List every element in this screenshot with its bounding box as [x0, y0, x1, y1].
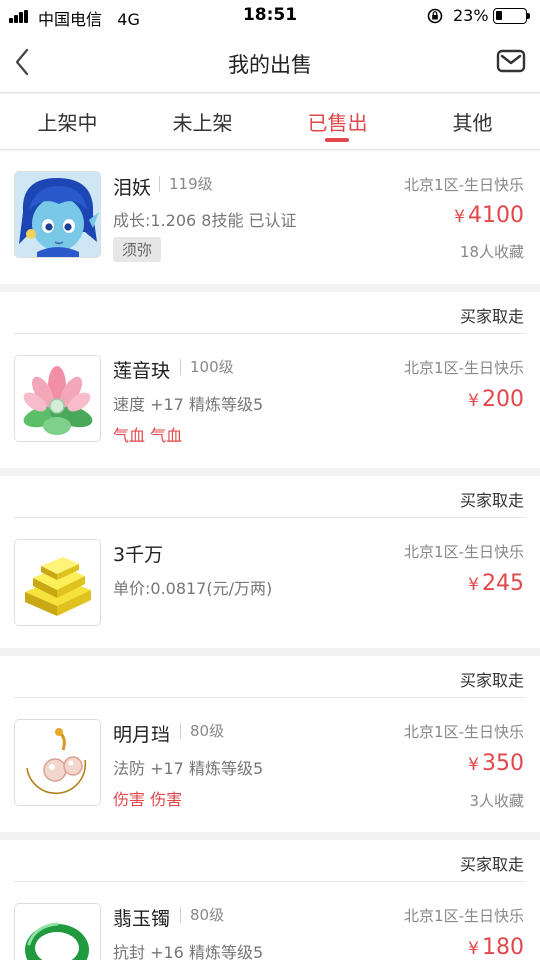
item-name: 3千万 [113, 544, 164, 566]
item-desc: 抗封 +16 精炼等级5 [113, 943, 264, 960]
tab-on-sale[interactable]: 上架中 [0, 107, 135, 136]
water-spirit-avatar [15, 172, 100, 257]
item-thumbnail [14, 171, 101, 258]
server-name: 北京1区-生日快乐 [404, 176, 524, 194]
item-level: 80级 [180, 723, 224, 739]
favorite-count: 3人收藏 [469, 792, 524, 810]
gold-bars-icon [15, 540, 100, 625]
status-label: 买家取走 [459, 855, 524, 874]
server-name: 北京1区-生日快乐 [404, 907, 524, 925]
battery-percent: 23% [453, 6, 489, 25]
item-desc: 单价:0.0817(元/万两) [113, 579, 273, 598]
status-label: 买家取走 [459, 671, 524, 690]
item-attributes: 伤害 伤害 [113, 790, 183, 809]
item-thumbnail [14, 355, 101, 442]
item-name: 翡玉镯 [113, 908, 171, 930]
item-price: ¥350 [468, 751, 524, 776]
battery-icon [493, 8, 530, 24]
item-name: 明月珰 [113, 724, 171, 746]
list-item[interactable]: 买家取走 明月珰 80级 法防 +17 精炼等级5 伤害 伤害 北京1区-生日快… [0, 656, 540, 832]
item-tag: 须弥 [113, 237, 162, 262]
tab-sold[interactable]: 已售出 [270, 107, 405, 136]
list-item[interactable]: 买家取走 莲音玦 100级 速度 +17 精炼等级5 气血 气血 北京1区-生日… [0, 292, 540, 468]
item-status-row: 买家取走 [14, 840, 526, 882]
item-price: ¥4100 [454, 203, 524, 228]
item-status-row: 买家取走 [14, 292, 526, 334]
item-thumbnail [14, 719, 101, 806]
list-item[interactable]: 买家取走 3千万 单价:0.0817(元/万两) 北京1区-生日快乐 ¥245 [0, 476, 540, 648]
status-label: 买家取走 [459, 491, 524, 510]
item-price: ¥245 [468, 571, 524, 596]
rotation-lock-icon [427, 8, 443, 24]
tab-bar: 上架中 未上架 已售出 其他 [0, 94, 540, 150]
status-label: 买家取走 [459, 307, 524, 326]
item-thumbnail [14, 903, 101, 960]
server-name: 北京1区-生日快乐 [404, 543, 524, 561]
item-price: ¥200 [468, 387, 524, 412]
moon-pearl-earring-icon [15, 720, 100, 805]
item-name: 莲音玦 [113, 360, 171, 382]
lotus-pendant-icon [15, 356, 100, 441]
item-status-row: 买家取走 [14, 656, 526, 698]
item-desc: 成长:1.206 8技能 已认证 [113, 211, 297, 230]
tab-not-listed[interactable]: 未上架 [135, 107, 270, 136]
item-level: 100级 [180, 359, 234, 375]
list-item[interactable]: 泪妖 119级 成长:1.206 8技能 已认证 须弥 北京1区-生日快乐 ¥4… [0, 151, 540, 284]
item-level: 80级 [180, 907, 224, 923]
item-name: 泪妖 [113, 177, 152, 199]
item-level: 119级 [159, 176, 213, 192]
status-bar: 中国电信 4G 18:51 23% [0, 0, 540, 32]
item-desc: 法防 +17 精炼等级5 [113, 759, 264, 778]
nav-bar: 我的出售 [0, 32, 540, 93]
item-status-row: 买家取走 [14, 476, 526, 518]
active-tab-indicator [325, 138, 349, 142]
item-thumbnail [14, 539, 101, 626]
server-name: 北京1区-生日快乐 [404, 723, 524, 741]
item-desc: 速度 +17 精炼等级5 [113, 395, 264, 414]
page-title: 我的出售 [228, 53, 312, 77]
favorite-count: 18人收藏 [459, 243, 524, 261]
server-name: 北京1区-生日快乐 [404, 359, 524, 377]
tab-other[interactable]: 其他 [405, 107, 540, 136]
list-item[interactable]: 买家取走 翡玉镯 80级 抗封 +16 精炼等级5 北京1区-生日快乐 ¥180 [0, 840, 540, 960]
jade-bracelet-icon [15, 904, 100, 960]
mail-icon[interactable] [496, 48, 526, 74]
item-attributes: 气血 气血 [113, 426, 183, 445]
item-price: ¥180 [468, 935, 524, 960]
